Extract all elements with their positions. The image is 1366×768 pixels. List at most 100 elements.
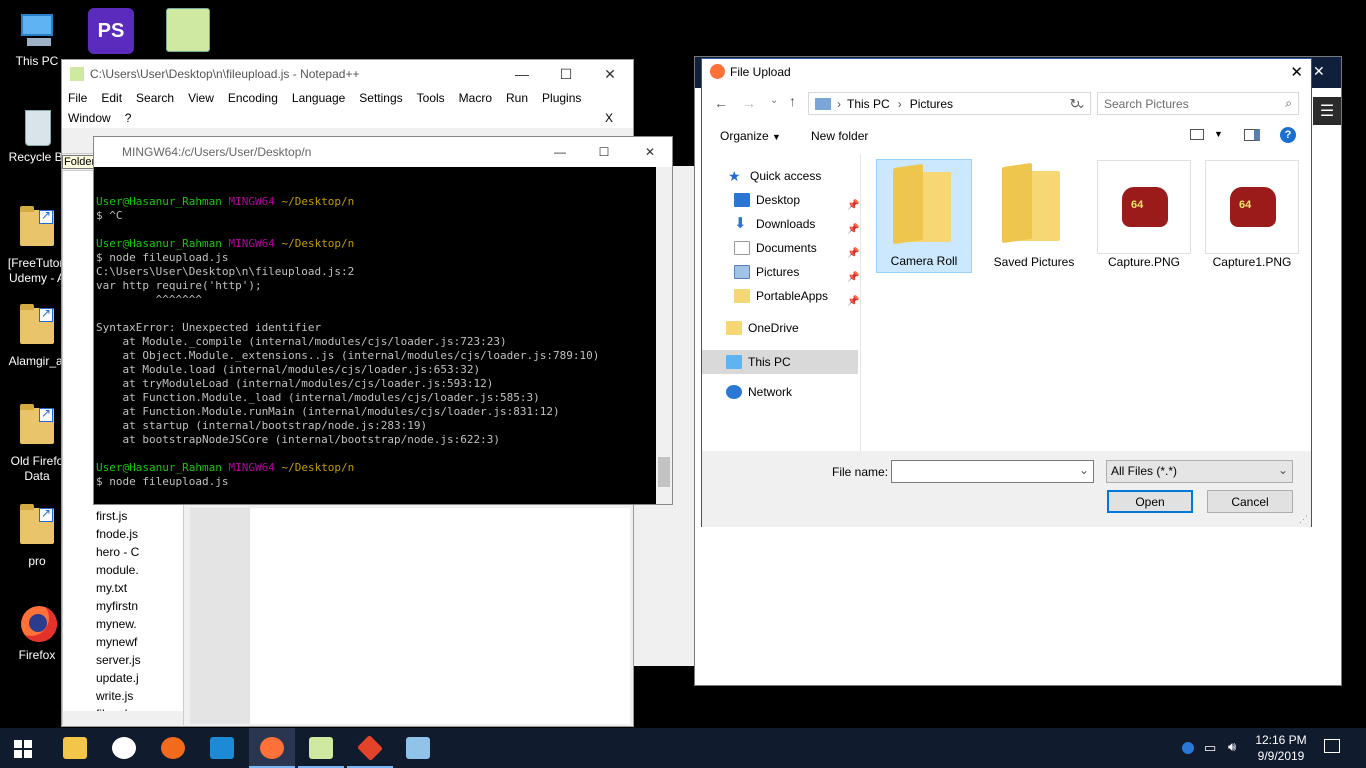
close-button[interactable]: ✕ xyxy=(1290,63,1303,81)
close-button[interactable]: ✕ xyxy=(630,137,670,167)
app-icon[interactable] xyxy=(406,737,430,759)
menu-help[interactable]: ? xyxy=(125,111,132,125)
list-item[interactable]: my.txt xyxy=(96,579,141,597)
list-item[interactable]: mynew. xyxy=(96,615,141,633)
help-icon[interactable]: ? xyxy=(1280,127,1296,143)
firefox-icon[interactable] xyxy=(260,737,284,759)
list-item[interactable]: module. xyxy=(96,561,141,579)
file-explorer-icon[interactable] xyxy=(63,737,87,759)
terminal-scrollbar[interactable] xyxy=(656,167,672,504)
menu-window[interactable]: Window xyxy=(68,111,111,125)
menu-edit[interactable]: Edit xyxy=(101,91,122,105)
nav-this-pc[interactable]: This PC xyxy=(702,350,858,374)
maximize-button[interactable]: ☐ xyxy=(584,137,624,167)
list-item[interactable]: fnode.js xyxy=(96,525,141,543)
network-icon[interactable]: ▭ xyxy=(1204,740,1216,756)
chevron-down-icon[interactable]: ▼ xyxy=(1214,129,1223,139)
vscode-icon[interactable] xyxy=(210,737,234,759)
list-item[interactable]: myfirstn xyxy=(96,597,141,615)
file-item-label: Camera Roll xyxy=(890,254,958,268)
minimize-button[interactable]: — xyxy=(499,60,545,88)
list-item[interactable]: update.j xyxy=(96,669,141,687)
notification-icon[interactable] xyxy=(1324,739,1340,753)
recent-locations-button[interactable]: ⌄ xyxy=(770,95,778,106)
postman-icon[interactable] xyxy=(161,737,185,759)
menu-view[interactable]: View xyxy=(188,91,214,105)
preview-pane-icon[interactable] xyxy=(1244,129,1260,141)
nav-portableapps[interactable]: PortableApps xyxy=(734,286,828,306)
new-folder-button[interactable]: New folder xyxy=(811,129,868,143)
notepad-plus-plus-icon[interactable] xyxy=(309,737,333,759)
file-item-capture-png[interactable]: 64 Capture.PNG xyxy=(1096,159,1192,273)
breadcrumb-this-pc[interactable]: This PC xyxy=(847,97,890,111)
editor-area[interactable] xyxy=(190,508,630,724)
document-icon xyxy=(734,241,750,255)
file-item-saved-pictures[interactable]: Saved Pictures xyxy=(986,159,1082,273)
nav-quick-access[interactable]: ★ Quick access xyxy=(728,166,821,186)
scroll-thumb[interactable] xyxy=(658,457,670,487)
nav-documents[interactable]: Documents xyxy=(734,238,817,258)
list-item[interactable]: first.js xyxy=(96,507,141,525)
menu-encoding[interactable]: Encoding xyxy=(228,91,278,105)
menu-language[interactable]: Language xyxy=(292,91,345,105)
search-input[interactable]: Search Pictures ⌕ xyxy=(1097,92,1299,115)
windows-start-icon[interactable] xyxy=(14,740,32,758)
nav-label: Documents xyxy=(756,241,817,255)
shortcut-arrow-icon xyxy=(39,208,53,224)
resize-grip-icon[interactable]: ⋰ xyxy=(1299,514,1308,525)
nav-downloads[interactable]: ⬇ Downloads xyxy=(734,214,815,234)
file-item-camera-roll[interactable]: Camera Roll xyxy=(876,159,972,273)
list-item[interactable]: hero - C xyxy=(96,543,141,561)
list-item[interactable]: write.js xyxy=(96,687,141,705)
tray-app-icon[interactable] xyxy=(1182,742,1194,754)
organize-button[interactable]: Organize ▼ xyxy=(720,129,781,143)
view-options-icon[interactable] xyxy=(1190,129,1204,140)
back-button[interactable]: ← xyxy=(714,95,728,111)
menu-settings[interactable]: Settings xyxy=(359,91,402,105)
minimize-button[interactable]: — xyxy=(540,137,580,167)
breadcrumb-pictures[interactable]: Pictures xyxy=(910,97,953,111)
nav-label: PortableApps xyxy=(756,289,829,303)
folder-icon xyxy=(15,504,59,552)
list-item[interactable]: mynewf xyxy=(96,633,141,651)
horizontal-scrollbar[interactable] xyxy=(63,711,183,725)
refresh-button[interactable]: ↻ xyxy=(1066,92,1084,115)
menu-run[interactable]: Run xyxy=(506,91,528,105)
nav-desktop[interactable]: Desktop xyxy=(734,190,800,210)
file-type-value: All Files (*.*) xyxy=(1111,464,1178,478)
close-icon[interactable]: ✕ xyxy=(1313,63,1325,80)
clock[interactable]: 12:16 PM 9/9/2019 xyxy=(1250,732,1312,764)
file-name-input[interactable]: ⌄ xyxy=(891,460,1094,483)
nav-network[interactable]: Network xyxy=(726,382,792,402)
hamburger-menu-icon[interactable]: ☰ xyxy=(1313,97,1341,125)
notepad-plus-plus-icon[interactable] xyxy=(166,8,210,52)
network-icon xyxy=(726,385,742,399)
menu-tools[interactable]: Tools xyxy=(417,91,445,105)
menu-search[interactable]: Search xyxy=(136,91,174,105)
up-button[interactable]: ↑ xyxy=(789,93,796,109)
menu-file[interactable]: File xyxy=(68,91,87,105)
phpstorm-icon[interactable]: PS xyxy=(88,8,134,54)
folder-tooltip: Folder xyxy=(62,155,96,169)
address-bar[interactable]: › This PC › Pictures ⌄ xyxy=(808,92,1091,115)
volume-icon[interactable]: 🔊︎ xyxy=(1228,739,1236,755)
forward-button[interactable]: → xyxy=(742,95,756,111)
menu-plugins[interactable]: Plugins xyxy=(542,91,581,105)
shortcut-arrow-icon xyxy=(39,406,53,422)
open-button[interactable]: Open xyxy=(1107,490,1193,513)
nav-pictures[interactable]: Pictures xyxy=(734,262,799,282)
mongodb-icon[interactable] xyxy=(112,737,136,759)
menu-macro[interactable]: Macro xyxy=(459,91,492,105)
chevron-down-icon[interactable]: ⌄ xyxy=(1079,463,1089,477)
breadcrumb-separator-icon: › xyxy=(897,96,902,111)
terminal-window: MINGW64:/c/Users/User/Desktop/n — ☐ ✕ Us… xyxy=(93,136,673,505)
file-item-capture1-png[interactable]: 64 Capture1.PNG xyxy=(1204,159,1300,273)
maximize-button[interactable]: ☐ xyxy=(543,60,589,88)
terminal-output[interactable]: User@Hasanur_Rahman MINGW64 ~/Desktop/n $… xyxy=(94,167,657,504)
file-type-select[interactable]: All Files (*.*) ⌄ xyxy=(1106,460,1293,483)
nav-onedrive[interactable]: OneDrive xyxy=(726,318,799,338)
close-button[interactable]: ✕ xyxy=(587,60,633,88)
list-item[interactable]: server.js xyxy=(96,651,141,669)
cancel-button[interactable]: Cancel xyxy=(1207,490,1293,513)
close-doc-button[interactable]: X xyxy=(605,111,613,125)
